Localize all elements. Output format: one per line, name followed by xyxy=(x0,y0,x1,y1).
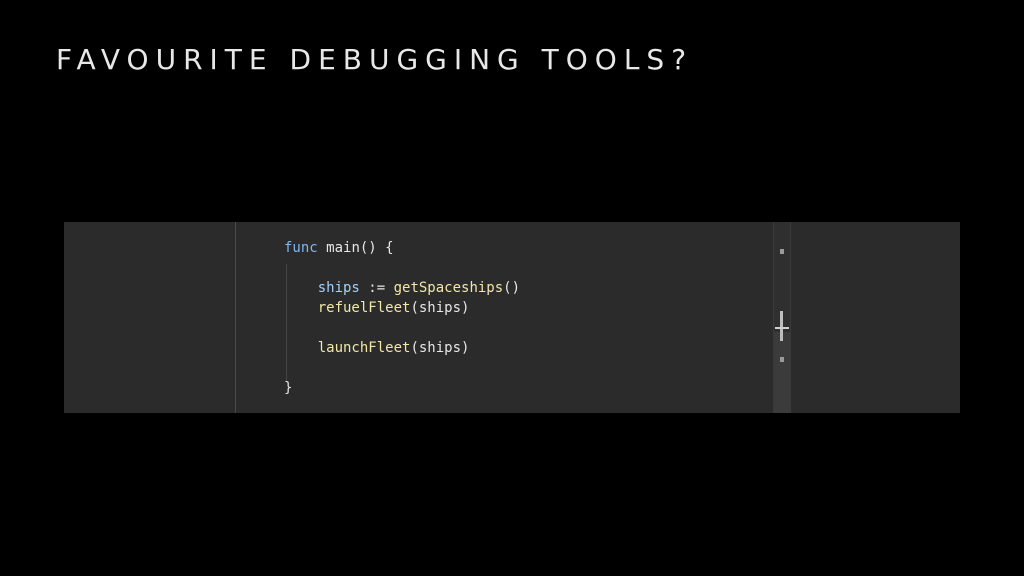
code-editor[interactable]: func main() { ships := getSpaceships() r… xyxy=(64,222,960,413)
gutter-divider xyxy=(235,222,236,413)
caret-position-marker xyxy=(775,327,789,329)
code-token: func xyxy=(284,240,318,256)
code-line[interactable] xyxy=(284,318,520,338)
scroll-thumb[interactable] xyxy=(780,311,783,341)
code-line[interactable]: func main() { xyxy=(284,238,520,258)
code-token: () xyxy=(503,280,521,296)
slide-title: FAVOURITE DEBUGGING TOOLS? xyxy=(56,43,694,76)
code-token: getSpaceships xyxy=(393,280,504,296)
code-token: ships xyxy=(317,280,360,296)
code-token: () { xyxy=(359,240,394,256)
code-line[interactable]: launchFleet(ships) xyxy=(284,338,520,358)
code-token: launchFleet xyxy=(317,340,411,356)
code-line[interactable] xyxy=(284,358,520,378)
vertical-scrollbar[interactable] xyxy=(774,222,790,413)
code-line[interactable]: refuelFleet(ships) xyxy=(284,298,520,318)
code-token: (ships) xyxy=(410,300,470,316)
scroll-track[interactable] xyxy=(774,332,790,413)
code-token: refuelFleet xyxy=(317,300,411,316)
code-line[interactable] xyxy=(284,258,520,278)
code-token: } xyxy=(284,380,293,396)
code-line[interactable]: } xyxy=(284,378,520,398)
code-token: := xyxy=(359,280,394,296)
scroll-marker-icon xyxy=(780,249,784,254)
line-gutter xyxy=(64,222,235,413)
code-token: (ships) xyxy=(410,340,470,356)
code-token: main xyxy=(326,240,360,256)
scroll-marker-icon xyxy=(780,357,784,362)
code-content[interactable]: func main() { ships := getSpaceships() r… xyxy=(284,238,520,398)
right-pane-divider xyxy=(790,222,791,413)
code-line[interactable]: ships := getSpaceships() xyxy=(284,278,520,298)
